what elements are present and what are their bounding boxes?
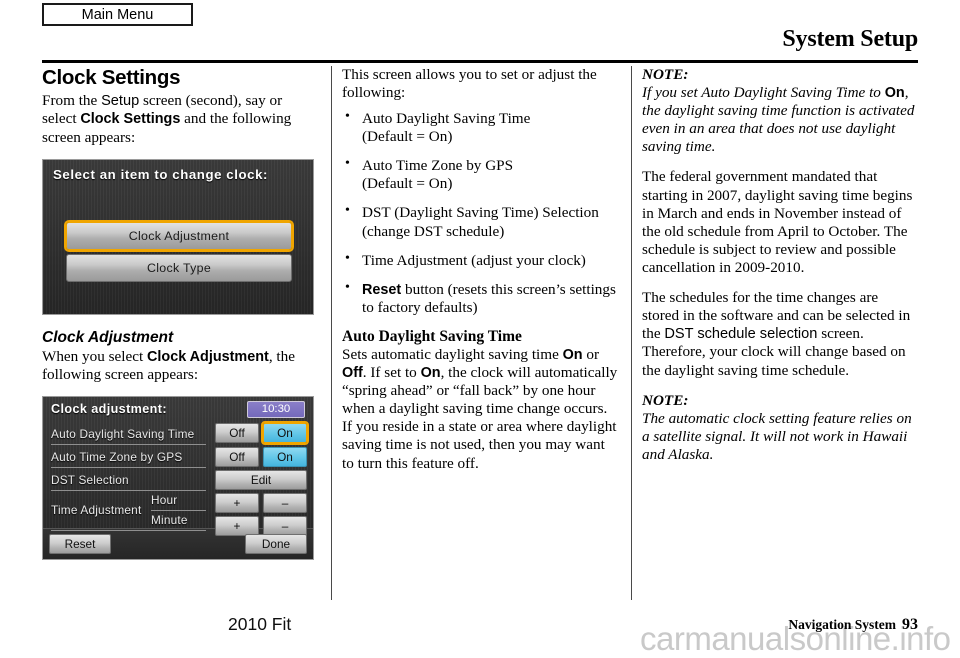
auto-timezone-on-label: On <box>277 449 293 464</box>
hour-minus-button[interactable]: – <box>263 492 307 513</box>
bullet-time-adjustment: Time Adjustment (adjust your clock) <box>342 251 618 270</box>
main-menu-tab-label: Main Menu <box>81 6 154 23</box>
bullet-dst-selection: DST (Daylight Saving Time) Selection (ch… <box>342 203 618 240</box>
note-1: NOTE: If you set Auto Daylight Saving Tim… <box>642 66 918 156</box>
bullet-auto-timezone: Auto Time Zone by GPS (Default = On) <box>342 156 618 193</box>
off-term: Off <box>342 365 363 382</box>
auto-timezone-off-label: Off <box>229 449 245 464</box>
auto-dst-on-button[interactable]: On <box>261 420 309 445</box>
column-2: This screen allows you to set or adjust … <box>342 66 618 485</box>
select-item-title: Select an item to change clock: <box>53 166 269 182</box>
minute-plus-label: + <box>233 518 241 533</box>
clock-time-display: 10:30 <box>247 400 305 418</box>
done-button-label: Done <box>261 536 291 551</box>
hour-label: Hour <box>151 492 178 507</box>
column-3: NOTE: If you set Auto Daylight Saving Tim… <box>642 66 918 476</box>
row-1-rule <box>51 443 206 445</box>
hour-plus-label: + <box>233 495 241 510</box>
minute-minus-label: – <box>281 518 289 533</box>
on-term-1: On <box>562 346 583 363</box>
footer-page-number: 93 <box>902 616 918 633</box>
auto-dst-label: Auto Daylight Saving Time <box>51 426 195 441</box>
nav-screen-clock-adjustment: Clock adjustment: 10:30 Auto Daylight Sa… <box>42 395 314 560</box>
clock-settings-heading: Clock Settings <box>42 66 181 89</box>
auto-dst-body-b: or <box>582 345 600 363</box>
note-on-term: On <box>884 85 905 102</box>
row-3-rule <box>51 489 206 491</box>
note-2-label: NOTE: <box>642 391 689 409</box>
column-1: Clock Settings From the Setup screen (se… <box>42 66 318 560</box>
footer-model: 2010 Fit <box>228 614 292 634</box>
setup-term: Setup <box>101 93 140 109</box>
footer-section-page: Navigation System 93 <box>788 616 918 634</box>
on-term-2: On <box>420 365 441 382</box>
row-2-rule <box>51 466 206 468</box>
clock-settings-intro: From the Setup screen (second), say or s… <box>42 92 318 147</box>
screen-description: This screen allows you to set or adjust … <box>342 66 597 102</box>
intro-text-a: From the <box>42 92 102 109</box>
done-button[interactable]: Done <box>245 533 307 554</box>
auto-dst-on-label: On <box>277 425 293 440</box>
reset-button-label: Reset <box>64 536 96 551</box>
auto-timezone-on-button[interactable]: On <box>263 446 307 467</box>
page-title: System Setup <box>782 26 918 52</box>
column-divider-2 <box>631 66 632 600</box>
clock-adjustment-button[interactable]: Clock Adjustment <box>64 219 294 252</box>
auto-dst-body: Sets automatic daylight saving time On o… <box>342 346 618 473</box>
header-divider <box>42 60 918 63</box>
clock-type-button[interactable]: Clock Type <box>66 253 292 282</box>
dst-selection-label: DST Selection <box>51 472 129 487</box>
bullet-reset: Reset button (resets this screen’s setti… <box>342 280 618 317</box>
hour-rule <box>151 509 206 511</box>
clock-type-button-label: Clock Type <box>146 260 212 275</box>
nav-screen-select-item: Select an item to change clock: Clock Ad… <box>42 158 314 315</box>
auto-timezone-off-button[interactable]: Off <box>215 446 259 467</box>
dst-edit-label: Edit <box>250 472 272 487</box>
time-adjustment-label: Time Adjustment <box>51 502 142 517</box>
auto-dst-off-label: Off <box>229 425 245 440</box>
software-schedule-paragraph: The schedules for the time changes are s… <box>642 289 918 380</box>
minute-plus-button[interactable]: + <box>215 515 259 536</box>
clock-adjustment-term: Clock Adjustment <box>147 348 269 365</box>
hour-plus-button[interactable]: + <box>215 492 259 513</box>
clock-adjustment-screen-title: Clock adjustment: <box>51 401 167 416</box>
content-columns: Clock Settings From the Setup screen (se… <box>42 66 918 602</box>
reset-term: Reset <box>362 281 402 298</box>
note-2-text: The automatic clock setting feature reli… <box>642 409 912 463</box>
reset-button[interactable]: Reset <box>49 533 111 554</box>
auto-dst-off-button[interactable]: Off <box>215 422 259 443</box>
auto-dst-heading: Auto Daylight Saving Time <box>342 327 522 345</box>
sub-intro-a: When you select <box>42 347 148 365</box>
column-divider-1 <box>331 66 332 600</box>
clock-adjustment-subheading: Clock Adjustment <box>42 328 174 346</box>
settings-bullet-list: Auto Daylight Saving Time (Default = On)… <box>342 109 618 317</box>
note-1-label: NOTE: <box>642 66 689 83</box>
auto-dst-body-c: . If set to <box>362 364 421 382</box>
footer-section-label: Navigation System <box>788 617 896 632</box>
clock-adjustment-button-label: Clock Adjustment <box>128 228 230 243</box>
clock-adjustment-intro: When you select Clock Adjustment, the fo… <box>42 348 318 384</box>
auto-dst-body-a: Sets automatic daylight saving time <box>342 345 563 363</box>
bullet-auto-dst: Auto Daylight Saving Time (Default = On) <box>342 109 618 146</box>
note-2: NOTE: The automatic clock setting feature… <box>642 392 918 464</box>
federal-schedule-paragraph: The federal government mandated that sta… <box>642 168 913 276</box>
minute-minus-button[interactable]: – <box>263 515 307 536</box>
hour-minus-label: – <box>281 495 289 510</box>
bullet-reset-rest: button (resets this screen’s settings to… <box>362 280 616 316</box>
minute-label: Minute <box>151 512 188 527</box>
dst-selection-edit-button[interactable]: Edit <box>215 469 307 490</box>
auto-timezone-label: Auto Time Zone by GPS <box>51 449 183 464</box>
dst-schedule-selection-term: DST schedule selection <box>664 326 818 343</box>
row-4-rule <box>51 529 206 531</box>
clock-settings-term: Clock Settings <box>80 111 181 128</box>
note-1-text-a: If you set Auto Daylight Saving Time to <box>642 84 885 102</box>
main-menu-tab[interactable]: Main Menu <box>42 3 193 26</box>
